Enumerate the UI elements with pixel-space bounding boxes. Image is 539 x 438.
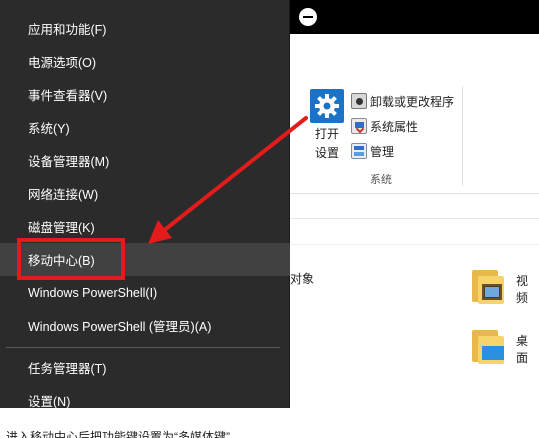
videos-folder-icon[interactable] <box>470 266 510 306</box>
caption-text: 进入移动中心后把功能键设置为“多媒体键” <box>6 430 230 438</box>
manage-label: 管理 <box>370 144 395 159</box>
folder-label[interactable]: 视频 <box>516 272 539 306</box>
menu-item-event-viewer[interactable]: 事件查看器(V) <box>0 78 290 111</box>
open-settings-label-2: 设置 <box>314 146 339 160</box>
divider <box>290 244 539 245</box>
ribbon-group-label: 系统 <box>370 174 392 186</box>
system-properties-label: 系统属性 <box>370 119 419 134</box>
menu-item-system[interactable]: 系统(Y) <box>0 111 290 144</box>
uninstall-program-button[interactable]: 卸载或更改程序 <box>351 91 454 111</box>
menu-item-apps-features[interactable]: 应用和功能(F) <box>0 12 290 45</box>
gear-icon[interactable] <box>310 89 344 123</box>
menu-item-power-options[interactable]: 电源选项(O) <box>0 45 290 78</box>
minimize-icon[interactable] <box>299 8 317 26</box>
highlight-box <box>17 238 125 280</box>
quick-link-menu: 应用和功能(F) 电源选项(O) 事件查看器(V) 系统(Y) 设备管理器(M)… <box>0 0 290 409</box>
uninstall-label: 卸载或更改程序 <box>370 94 455 109</box>
menu-item-task-manager[interactable]: 任务管理器(T) <box>0 351 290 384</box>
uninstall-icon <box>351 93 367 109</box>
menu-item-settings[interactable]: 设置(N) <box>0 384 290 417</box>
manage-button[interactable]: 管理 <box>351 141 394 161</box>
desktop-folder-icon[interactable] <box>470 326 510 366</box>
menu-item-powershell[interactable]: Windows PowerShell(I) <box>0 276 290 309</box>
menu-separator <box>6 347 280 348</box>
system-properties-button[interactable]: 系统属性 <box>351 116 418 136</box>
open-settings-button[interactable]: 打开 设置 <box>312 125 342 163</box>
objects-label: 对象 <box>290 272 315 286</box>
manage-icon <box>351 143 367 159</box>
divider <box>290 218 539 219</box>
menu-item-device-manager[interactable]: 设备管理器(M) <box>0 144 290 177</box>
folder-label[interactable]: 桌面 <box>516 332 539 366</box>
open-settings-label-1: 打开 <box>314 127 339 141</box>
menu-item-network-connections[interactable]: 网络连接(W) <box>0 177 290 210</box>
menu-item-powershell-admin[interactable]: Windows PowerShell (管理员)(A) <box>0 309 290 342</box>
system-properties-icon <box>351 118 367 134</box>
ribbon-separator <box>462 86 463 186</box>
explorer-titlebar <box>290 0 539 34</box>
